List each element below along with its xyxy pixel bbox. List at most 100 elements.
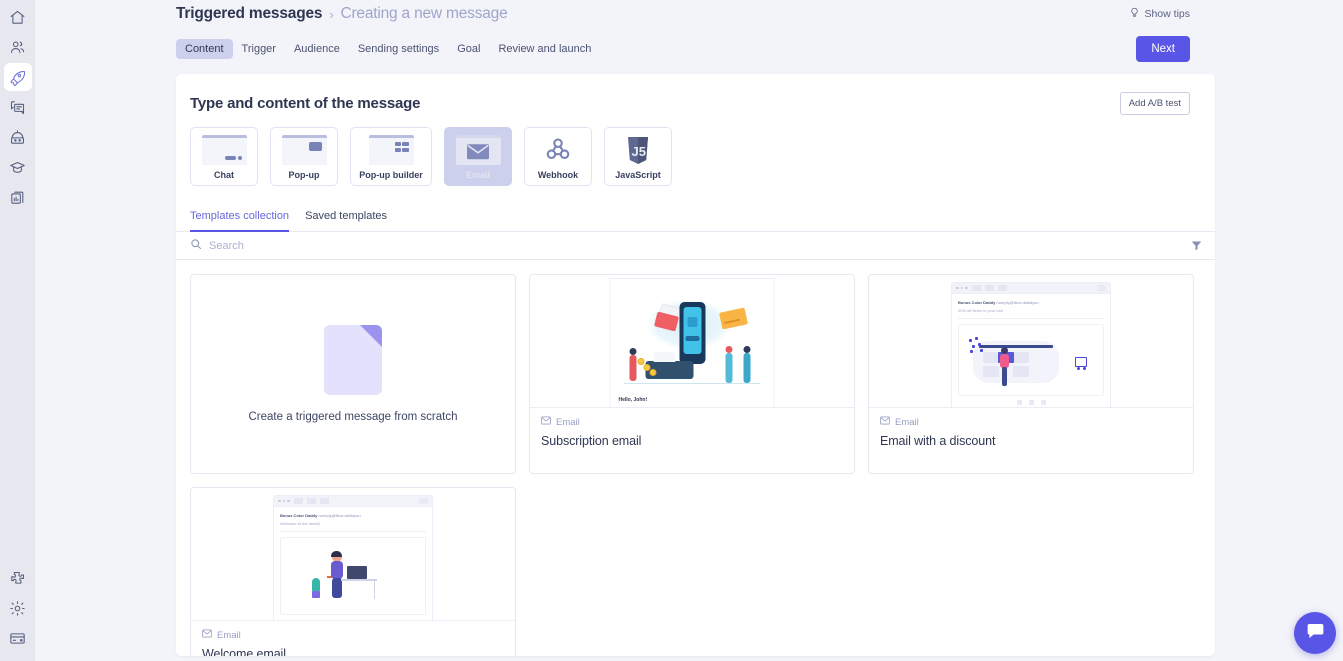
message-type-label: Chat [214,170,234,180]
preview-sender: Bonus Color Daddy noreply@fleur.dadidyou [280,513,426,518]
template-kind-label: Email [556,416,580,428]
template-name[interactable]: Welcome email [202,647,515,656]
template-kind-badge: Email [541,416,854,428]
search-icon [190,237,202,255]
puzzle-icon [9,570,26,587]
users-icon [9,39,26,56]
template-kind-badge: Email [880,416,1193,428]
graduation-cap-icon [9,159,26,176]
preview-sender-name: Bonus Color Daddy [958,300,996,305]
page-area: Triggered messages › Creating a new mess… [35,0,1343,661]
template-kind-label: Email [895,416,919,428]
template-name: Create a triggered message from scratch [248,411,458,423]
envelope-icon [541,416,551,428]
search-input[interactable] [209,239,1190,252]
preview-subject: 20% off items in your cart [958,308,1004,313]
sidebar-item-home[interactable] [4,3,32,31]
popup-builder-icon [368,135,414,165]
template-name[interactable]: Email with a discount [880,434,1193,448]
message-type-label: Webhook [537,170,579,180]
template-footer: Email Welcome email [191,620,515,656]
message-type-label: Pop-up [288,170,320,180]
preview-sender: Bonus Color Daddy noreply@fleur.dadidyou [958,300,1104,305]
template-card-subscription-email[interactable]: Hello, John! Email Subscription email [529,274,855,474]
tab-templates-collection[interactable]: Templates collection [190,204,290,232]
step-tab-sending-settings[interactable]: Sending settings [349,39,448,59]
sidebar-item-billing[interactable] [4,624,32,652]
filter-icon[interactable] [1190,239,1203,252]
message-type-webhook[interactable]: Webhook [524,127,592,186]
chat-window-icon [201,135,247,165]
header-right: Show tips [1129,5,1215,21]
card-icon [9,630,26,647]
template-name[interactable]: Subscription email [541,434,854,448]
breadcrumb-root[interactable]: Triggered messages [176,5,323,23]
breadcrumb-current: Creating a new message [340,5,508,22]
message-type-javascript[interactable]: J5 JavaScript [604,127,672,186]
template-preview: Bonus Color Daddy noreply@fleur.dadidyou… [191,488,515,620]
welcome-illustration [280,537,426,615]
step-tab-trigger[interactable]: Trigger [233,39,285,59]
search-bar [176,232,1215,260]
message-type-email[interactable]: Email [444,127,512,186]
sidebar-item-integrations[interactable] [4,564,32,592]
chat-launcher-button[interactable] [1294,612,1336,654]
sidebar-item-chats[interactable] [4,93,32,121]
javascript-icon: J5 [616,135,661,165]
preview-sheet: Hello, John! [609,278,775,407]
template-footer: Email Subscription email [530,407,854,473]
preview-browser-mock: Bonus Color Daddy noreply@fleur.dadidyou… [273,495,433,620]
template-kind-badge: Email [202,629,515,641]
preview-sender-email: noreply@fleur.dadidyou [996,300,1039,305]
robot-icon [9,129,26,146]
message-type-chat[interactable]: Chat [190,127,258,186]
sidebar-item-knowledge[interactable] [4,153,32,181]
step-tab-review-and-launch[interactable]: Review and launch [489,39,600,59]
preview-sender-email: noreply@fleur.dadidyou [318,513,361,518]
envelope-icon [455,135,501,165]
gear-icon [9,600,26,617]
webhook-icon [536,135,581,165]
panel-header: Type and content of the message Add A/B … [176,74,1215,115]
browser-chrome [952,283,1110,294]
message-type-label: Pop-up builder [359,170,423,180]
next-button[interactable]: Next [1136,36,1190,62]
sidebar-item-reports[interactable] [4,183,32,211]
step-tab-goal[interactable]: Goal [448,39,489,59]
template-card-welcome-email[interactable]: Bonus Color Daddy noreply@fleur.dadidyou… [190,487,516,656]
sidebar-item-bots[interactable] [4,123,32,151]
preview-browser-mock: Bonus Color Daddy noreply@fleur.dadidyou… [951,282,1111,407]
message-type-popup[interactable]: Pop-up [270,127,338,186]
page-inner: Triggered messages › Creating a new mess… [35,0,1343,656]
lightbulb-icon [1129,7,1140,21]
rocket-icon [9,69,26,86]
svg-text:J5: J5 [632,144,646,159]
cart-icon [1075,357,1087,370]
template-preview: Hello, John! [530,275,854,407]
sidebar-bottom-group [4,563,32,661]
add-ab-test-button[interactable]: Add A/B test [1119,92,1190,115]
step-tab-audience[interactable]: Audience [285,39,349,59]
sidebar-item-users[interactable] [4,33,32,61]
panel-title: Type and content of the message [190,95,421,112]
template-footer: Email Email with a discount [869,407,1193,473]
step-tabs: Content Trigger Audience Sending setting… [176,36,1215,62]
preview-greeting: Hello, John! [618,397,648,403]
home-icon [9,9,26,26]
preview-sender-name: Bonus Color Daddy [280,513,318,518]
message-type-label: JavaScript [615,170,661,180]
step-tab-content[interactable]: Content [176,39,233,59]
page-header: Triggered messages › Creating a new mess… [176,0,1215,23]
reports-icon [9,189,26,206]
message-type-popup-builder[interactable]: Pop-up builder [350,127,432,186]
content-panel: Type and content of the message Add A/B … [176,74,1215,656]
popup-window-icon [281,135,327,165]
sidebar-item-settings[interactable] [4,594,32,622]
show-tips-button[interactable]: Show tips [1129,7,1190,21]
template-card-email-with-a-discount[interactable]: Bonus Color Daddy noreply@fleur.dadidyou… [868,274,1194,474]
template-kind-label: Email [217,629,241,641]
template-card-scratch[interactable]: Create a triggered message from scratch [190,274,516,474]
breadcrumb: Triggered messages › Creating a new mess… [176,5,508,23]
tab-saved-templates[interactable]: Saved templates [305,204,387,232]
sidebar-item-messages[interactable] [3,63,32,91]
